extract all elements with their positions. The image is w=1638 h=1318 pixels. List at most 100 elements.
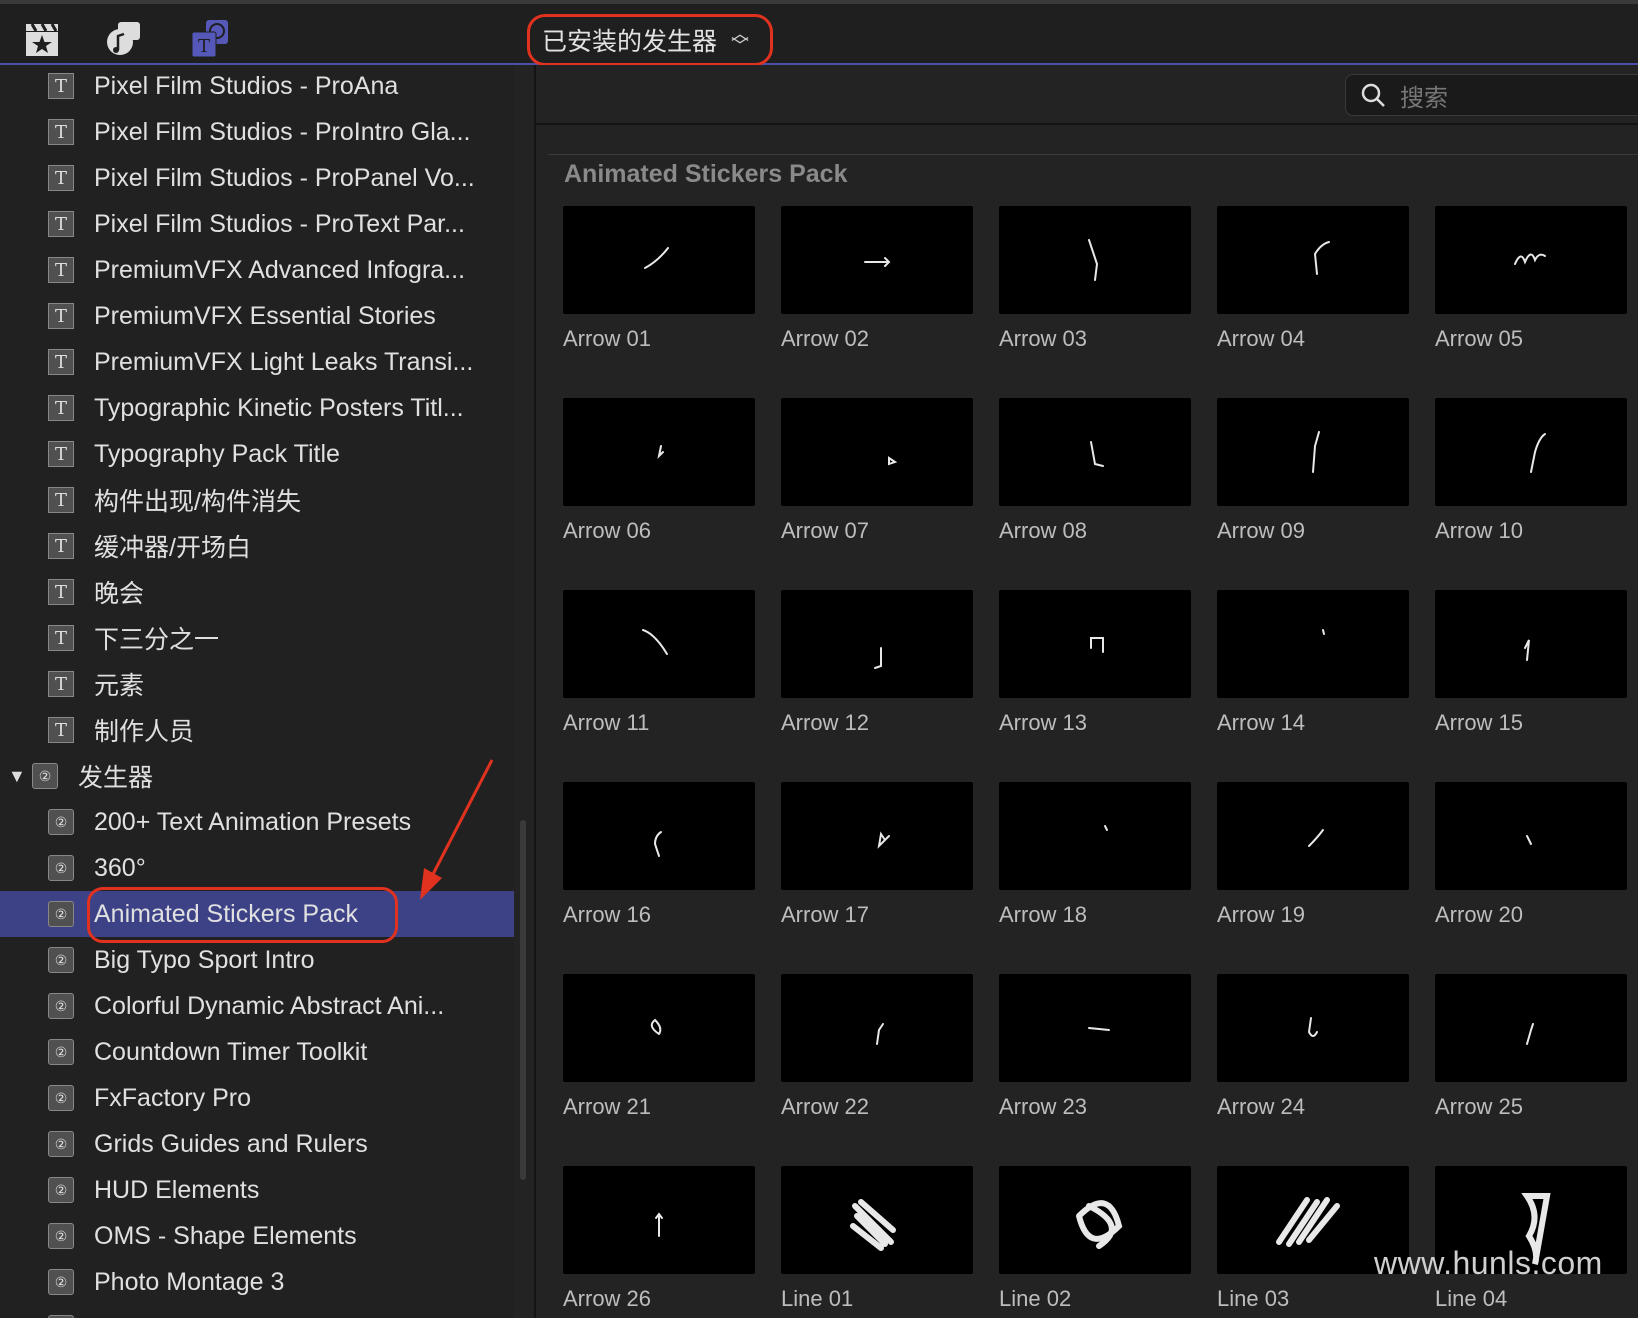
thumbnail-label: Arrow 14 <box>1217 710 1306 735</box>
sticker-thumbnail[interactable] <box>1217 782 1409 890</box>
sidebar-item[interactable]: ② Colorful Dynamic Abstract Ani... <box>0 983 514 1029</box>
titles-generators-icon[interactable]: T <box>190 18 230 58</box>
thumbnail-label: Arrow 06 <box>563 518 652 543</box>
sidebar-item[interactable]: ② FxFactory Pro <box>0 1075 514 1121</box>
sidebar-item[interactable]: T 晚会 <box>0 569 514 615</box>
thumbnail-label: Arrow 16 <box>563 902 652 927</box>
sticker-thumbnail[interactable] <box>999 1166 1191 1274</box>
sticker-preview-icon <box>1524 639 1530 661</box>
sidebar-item[interactable]: ② HUD Elements <box>0 1167 514 1213</box>
sticker-preview-icon <box>850 1199 896 1251</box>
sidebar-item-label: 发生器 <box>78 764 154 792</box>
sidebar-item[interactable]: T 构件出现/构件消失 <box>0 477 514 523</box>
sticker-preview-icon <box>1090 637 1104 653</box>
sticker-thumbnail[interactable] <box>1217 590 1409 698</box>
sidebar-item[interactable]: T Pixel Film Studios - ProIntro Gla... <box>0 109 514 155</box>
sticker-preview-icon <box>874 647 882 669</box>
sidebar-item[interactable]: T Pixel Film Studios - ProAna <box>0 65 514 109</box>
sidebar-item[interactable]: T 元素 <box>0 661 514 707</box>
sidebar-item-label: Pixel Film Studios - ProAna <box>94 71 399 100</box>
sticker-thumbnail[interactable] <box>1217 206 1409 314</box>
sidebar-item[interactable]: ② Big Typo Sport Intro <box>0 937 514 983</box>
sticker-preview-icon <box>1088 239 1099 281</box>
sticker-thumbnail[interactable] <box>563 590 755 698</box>
sticker-preview-icon <box>1104 825 1108 831</box>
sidebar-item-label: FxFactory Pro <box>94 1083 251 1112</box>
sticker-thumbnail[interactable] <box>563 782 755 890</box>
sticker-thumbnail[interactable] <box>999 398 1191 506</box>
sticker-thumbnail[interactable] <box>999 590 1191 698</box>
sidebar-item[interactable]: ② Grids Guides and Rulers <box>0 1121 514 1167</box>
sticker-preview-icon <box>876 1023 884 1045</box>
thumbnail-label: Arrow 05 <box>1435 326 1524 351</box>
sticker-preview-icon <box>657 445 664 460</box>
sidebar-item[interactable]: ② Photo Montage 3 <box>0 1259 514 1305</box>
thumbnail-label: Arrow 26 <box>563 1286 652 1311</box>
sticker-thumbnail[interactable] <box>563 398 755 506</box>
title-icon: T <box>48 441 74 467</box>
sticker-thumbnail[interactable] <box>563 1166 755 1274</box>
sticker-preview-icon <box>877 831 890 849</box>
sidebar-item[interactable]: T PremiumVFX Essential Stories <box>0 293 514 339</box>
sidebar-item[interactable]: T 制作人员 <box>0 707 514 753</box>
generator-icon: ② <box>48 1223 74 1249</box>
sticker-thumbnail[interactable] <box>1435 206 1627 314</box>
sticker-thumbnail[interactable] <box>1217 974 1409 1082</box>
sticker-thumbnail[interactable] <box>781 974 973 1082</box>
generator-icon: ② <box>48 809 74 835</box>
sticker-thumbnail[interactable] <box>563 974 755 1082</box>
sticker-thumbnail[interactable] <box>781 206 973 314</box>
search-input[interactable]: 搜索 <box>1345 74 1638 116</box>
annotation-highlight-ring <box>87 887 398 943</box>
title-icon: T <box>48 211 74 237</box>
disclosure-triangle-icon[interactable]: ▼ <box>8 766 26 787</box>
sidebar-item[interactable]: ② OMS - Shape Elements <box>0 1213 514 1259</box>
sidebar-item[interactable]: T Pixel Film Studios - ProText Par... <box>0 201 514 247</box>
sticker-thumbnail[interactable] <box>1435 974 1627 1082</box>
sidebar-item-label: Pixel Film Studios - ProPanel Vo... <box>94 163 475 192</box>
sidebar-scrollbar[interactable] <box>520 820 526 1180</box>
sidebar-item[interactable]: T PremiumVFX Light Leaks Transi... <box>0 339 514 385</box>
sticker-preview-icon <box>1313 241 1330 275</box>
library-dropdown[interactable]: 已安装的发生器 ︿ ﹀ <box>527 14 773 66</box>
sticker-thumbnail[interactable] <box>999 206 1191 314</box>
sidebar-item[interactable]: T Typographic Kinetic Posters Titl... <box>0 385 514 431</box>
thumbnail-label: Arrow 01 <box>563 326 652 351</box>
sidebar-item[interactable]: ② <box>0 1305 514 1318</box>
sidebar-item[interactable]: T Typography Pack Title <box>0 431 514 477</box>
title-icon: T <box>48 349 74 375</box>
sidebar-item-label: 晚会 <box>94 580 145 608</box>
sticker-thumbnail[interactable] <box>1435 782 1627 890</box>
sticker-preview-icon <box>1312 431 1320 473</box>
sidebar-item[interactable]: T Pixel Film Studios - ProPanel Vo... <box>0 155 514 201</box>
sidebar-item[interactable]: ② Countdown Timer Toolkit <box>0 1029 514 1075</box>
sidebar-item[interactable]: T PremiumVFX Advanced Infogra... <box>0 247 514 293</box>
sticker-preview-icon <box>1090 441 1104 467</box>
sticker-thumbnail[interactable] <box>1435 590 1627 698</box>
sticker-thumbnail[interactable] <box>781 782 973 890</box>
sticker-preview-icon <box>1322 629 1325 635</box>
title-icon: T <box>48 487 74 513</box>
sticker-thumbnail[interactable] <box>781 1166 973 1274</box>
sticker-preview-icon <box>642 629 668 655</box>
sidebar-item[interactable]: T 下三分之一 <box>0 615 514 661</box>
section-divider <box>548 154 1638 155</box>
thumbnail-label: Arrow 03 <box>999 326 1088 351</box>
sticker-thumbnail[interactable] <box>563 206 755 314</box>
music-photo-icon[interactable] <box>104 18 144 58</box>
sticker-thumbnail[interactable] <box>1217 398 1409 506</box>
clapper-star-icon[interactable] <box>22 18 62 58</box>
sidebar-item-label: Colorful Dynamic Abstract Ani... <box>94 991 445 1020</box>
thumbnail-label: Arrow 15 <box>1435 710 1524 735</box>
sticker-thumbnail[interactable] <box>999 974 1191 1082</box>
sticker-thumbnail[interactable] <box>781 398 973 506</box>
sticker-preview-icon <box>864 257 891 267</box>
sticker-thumbnail[interactable] <box>781 590 973 698</box>
sticker-preview-icon <box>1076 1200 1123 1249</box>
sticker-thumbnail[interactable] <box>1435 398 1627 506</box>
sticker-thumbnail[interactable] <box>999 782 1191 890</box>
sidebar-item[interactable]: T 缓冲器/开场白 <box>0 523 514 569</box>
section-title: Animated Stickers Pack <box>564 160 848 188</box>
dropdown-label: 已安装的发生器 <box>542 28 718 56</box>
title-icon: T <box>48 303 74 329</box>
